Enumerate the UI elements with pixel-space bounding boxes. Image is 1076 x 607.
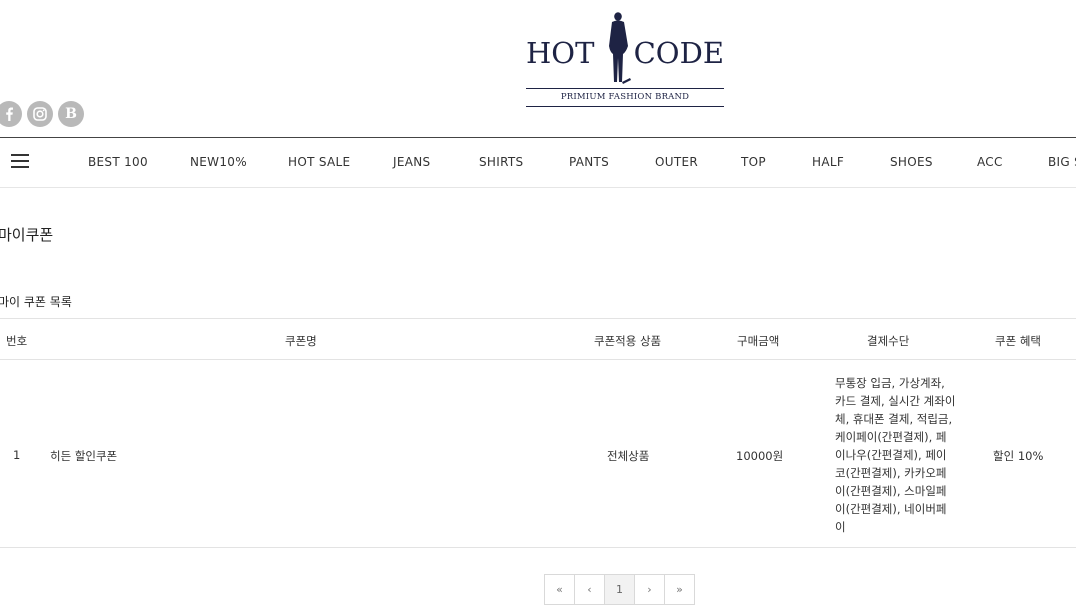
cell-no: 1 bbox=[13, 448, 21, 462]
header-product: 쿠폰적용 상품 bbox=[594, 334, 662, 348]
blog-icon[interactable]: B bbox=[58, 101, 84, 127]
prev-page-button[interactable]: ‹ bbox=[574, 574, 605, 605]
header-coupon-name: 쿠폰명 bbox=[285, 334, 317, 348]
nav-item-half[interactable]: HALF bbox=[812, 155, 844, 169]
header-amount: 구매금액 bbox=[737, 334, 780, 348]
main-nav: BEST 100 NEW10% HOT SALE JEANS SHIRTS PA… bbox=[0, 137, 1076, 188]
nav-item-top[interactable]: TOP bbox=[741, 155, 766, 169]
nav-item-big-size[interactable]: BIG SIZE bbox=[1048, 155, 1076, 169]
menu-icon[interactable] bbox=[11, 154, 29, 170]
site-header: B HOT CODE PRIMIUM FASHION BRAND bbox=[0, 0, 1076, 138]
cell-amount: 10000원 bbox=[736, 449, 784, 463]
logo-divider-top bbox=[526, 88, 724, 89]
social-links: B bbox=[0, 101, 84, 127]
instagram-icon[interactable] bbox=[27, 101, 53, 127]
brand-logo[interactable]: HOT CODE PRIMIUM FASHION BRAND bbox=[526, 12, 724, 108]
nav-item-shirts[interactable]: SHIRTS bbox=[479, 155, 523, 169]
table-row: 1 히든 할인쿠폰 전체상품 10000원 무통장 입금, 가상계좌, 카드 결… bbox=[0, 360, 1076, 548]
nav-item-hot-sale[interactable]: HOT SALE bbox=[288, 155, 350, 169]
pagination: « ‹ 1 › » bbox=[544, 574, 695, 605]
first-page-button[interactable]: « bbox=[544, 574, 575, 605]
facebook-icon[interactable] bbox=[0, 101, 22, 127]
logo-tagline: PRIMIUM FASHION BRAND bbox=[560, 92, 690, 102]
logo-wordmark: HOT CODE bbox=[526, 36, 724, 70]
section-title: 마이 쿠폰 목록 bbox=[0, 295, 72, 309]
nav-item-jeans[interactable]: JEANS bbox=[393, 155, 430, 169]
cell-benefit: 할인 10% bbox=[993, 449, 1044, 463]
nav-item-outer[interactable]: OUTER bbox=[655, 155, 698, 169]
logo-text-left: HOT bbox=[526, 36, 595, 70]
nav-item-pants[interactable]: PANTS bbox=[569, 155, 609, 169]
header-benefit: 쿠폰 혜택 bbox=[995, 334, 1041, 348]
nav-item-shoes[interactable]: SHOES bbox=[890, 155, 933, 169]
header-no: 번호 bbox=[6, 334, 28, 348]
blog-icon-letter: B bbox=[65, 106, 77, 122]
page-title: 마이쿠폰 bbox=[0, 226, 54, 244]
cell-payment: 무통장 입금, 가상계좌, 카드 결제, 실시간 계좌이체, 휴대폰 결제, 적… bbox=[835, 376, 956, 534]
last-page-button[interactable]: » bbox=[664, 574, 695, 605]
header-payment: 결제수단 bbox=[867, 334, 910, 348]
cell-coupon-name: 히든 할인쿠폰 bbox=[50, 449, 118, 463]
logo-text-right: CODE bbox=[633, 36, 724, 70]
table-header: 번호 쿠폰명 쿠폰적용 상품 구매금액 결제수단 쿠폰 혜택 bbox=[0, 318, 1076, 360]
next-page-button[interactable]: › bbox=[634, 574, 665, 605]
nav-item-best100[interactable]: BEST 100 bbox=[88, 155, 148, 169]
nav-item-acc[interactable]: ACC bbox=[977, 155, 1003, 169]
page-1-button[interactable]: 1 bbox=[604, 574, 635, 605]
logo-divider-bottom bbox=[526, 106, 724, 107]
cell-product: 전체상품 bbox=[607, 449, 650, 463]
nav-item-new10[interactable]: NEW10% bbox=[190, 155, 247, 169]
